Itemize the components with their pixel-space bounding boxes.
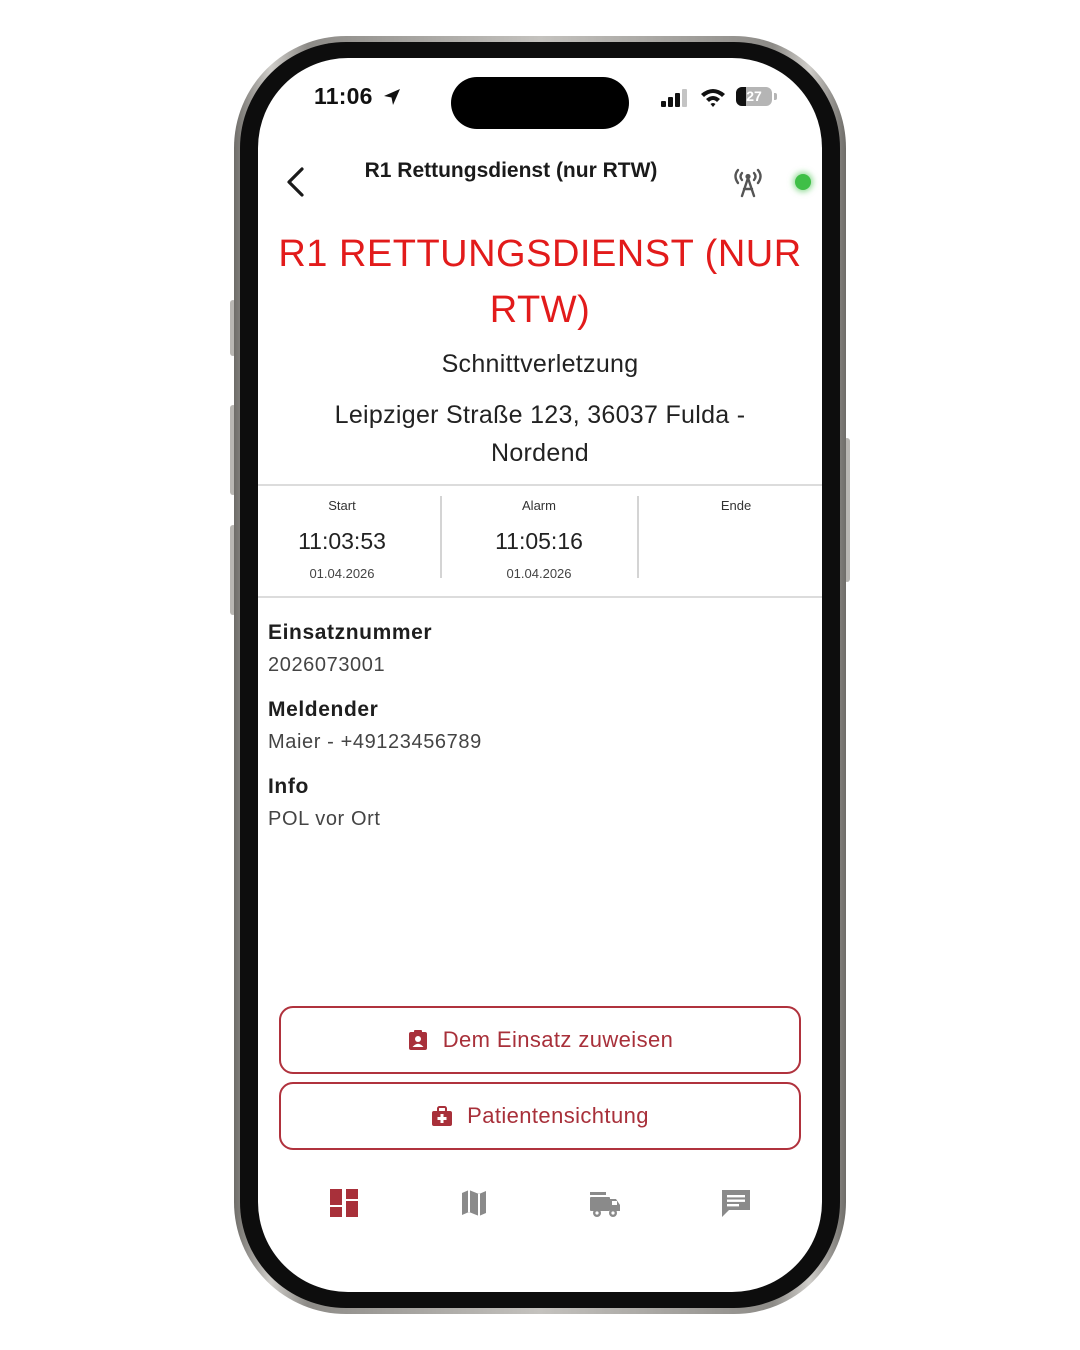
mission-keyword: Schnittverletzung bbox=[441, 350, 639, 378]
divider-vertical bbox=[440, 496, 442, 578]
dashboard-icon[interactable] bbox=[327, 1186, 361, 1220]
divider-vertical bbox=[637, 496, 639, 578]
map-icon[interactable] bbox=[457, 1186, 491, 1220]
time-value: 11:03:53 bbox=[298, 528, 386, 554]
chevron-left-icon[interactable] bbox=[282, 166, 310, 198]
field-reporter: Meldender Maier - +49123456789 bbox=[268, 698, 482, 754]
message-icon[interactable] bbox=[719, 1186, 753, 1220]
nav-title: R1 Rettungsdienst (nur RTW) bbox=[364, 159, 658, 182]
radio-tower-icon[interactable] bbox=[731, 166, 765, 198]
divider-bottom bbox=[258, 596, 822, 598]
time-cell-start: Start 11:03:53 01.04.2026 bbox=[258, 498, 432, 581]
status-time: 11:06 bbox=[314, 83, 373, 109]
divider-top bbox=[258, 484, 822, 486]
field-value: 2026073001 bbox=[268, 654, 386, 676]
field-value: Maier - +49123456789 bbox=[268, 731, 482, 753]
time-cell-alarm: Alarm 11:05:16 01.04.2026 bbox=[449, 498, 629, 581]
time-label: Start bbox=[328, 498, 356, 513]
field-label: Info bbox=[268, 775, 309, 798]
field-label: Meldender bbox=[268, 698, 379, 721]
time-value bbox=[646, 528, 822, 556]
clipboard-person-icon bbox=[408, 1030, 427, 1050]
field-value: POL vor Ort bbox=[268, 808, 381, 830]
online-status-dot bbox=[795, 174, 811, 190]
patient-button-label: Patientensichtung bbox=[467, 1103, 649, 1128]
time-date: 01.04.2026 bbox=[309, 566, 375, 581]
assign-to-mission-button[interactable]: Dem Einsatz zuweisen bbox=[279, 1006, 801, 1074]
wifi-icon bbox=[701, 89, 725, 107]
battery-icon: 27 bbox=[736, 87, 772, 106]
time-label: Alarm bbox=[522, 498, 556, 513]
fire-truck-icon[interactable] bbox=[588, 1186, 622, 1220]
cellular-signal-icon bbox=[661, 89, 687, 107]
battery-tip bbox=[774, 93, 777, 100]
assign-button-label: Dem Einsatz zuweisen bbox=[442, 1027, 674, 1052]
medical-bag-icon bbox=[432, 1106, 453, 1126]
field-label: Einsatznummer bbox=[268, 621, 433, 644]
field-info: Info POL vor Ort bbox=[268, 775, 381, 831]
time-value: 11:05:16 bbox=[495, 528, 583, 554]
mission-address: Leipziger Straße 123, 36037 Fulda - Nord… bbox=[334, 401, 746, 467]
phone-screen: 11:06 27 R1 Rettungsdienst (nur RTW) R1 … bbox=[258, 58, 822, 1292]
time-label: Ende bbox=[720, 498, 752, 513]
field-mission-number: Einsatznummer 2026073001 bbox=[268, 621, 432, 677]
time-cell-end: Ende bbox=[646, 498, 822, 566]
mission-title: R1 RETTUNGSDIENST (NUR RTW) bbox=[278, 233, 802, 331]
time-date: 01.04.2026 bbox=[506, 566, 572, 581]
location-arrow-icon bbox=[384, 89, 400, 105]
dynamic-island bbox=[451, 77, 629, 129]
patient-triage-button[interactable]: Patientensichtung bbox=[279, 1082, 801, 1150]
battery-percent: 27 bbox=[746, 88, 762, 104]
